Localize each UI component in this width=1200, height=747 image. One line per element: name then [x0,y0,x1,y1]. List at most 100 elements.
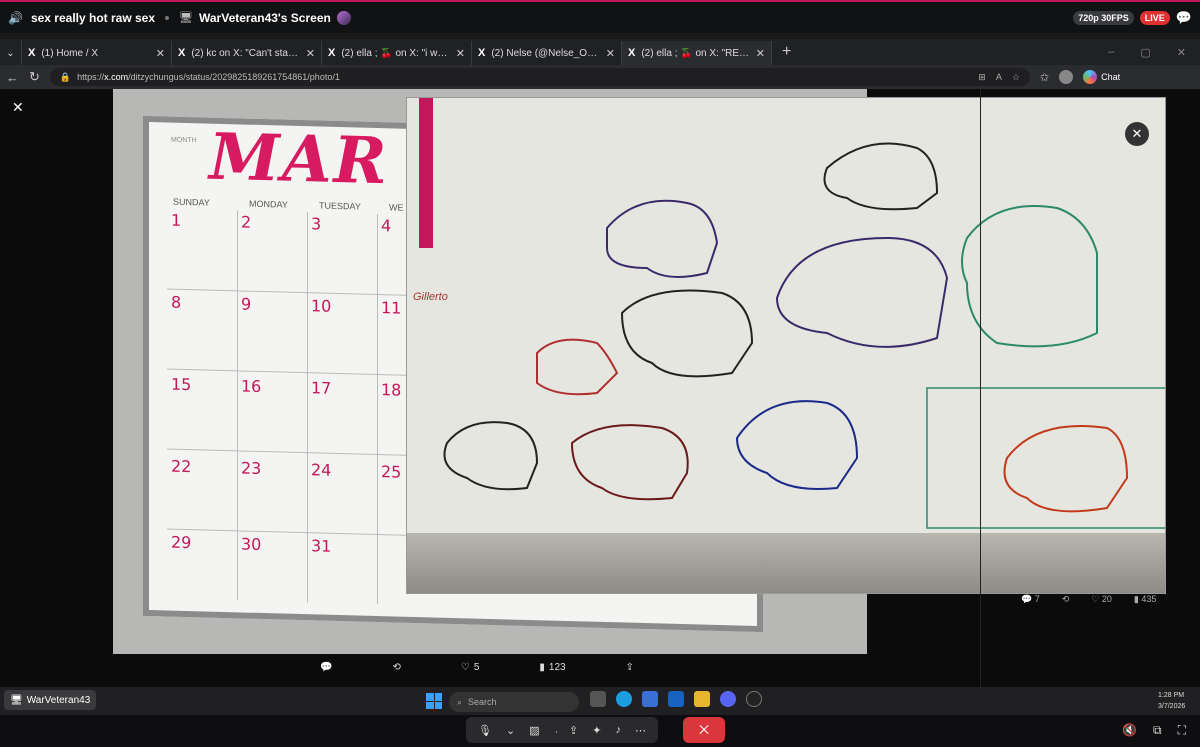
day-header: WE [389,202,404,213]
day-header: MONDAY [249,198,288,210]
view-controls: 🔇 ⧉ ⛶ [1122,723,1186,738]
share-icon[interactable]: ⇪ [626,662,634,673]
outlook-icon[interactable] [668,691,684,707]
back-arrow-icon[interactable]: ← [6,70,19,85]
browser-tab-strip: ⌄ X (1) Home / X ✕ X (2) kc on X: "Can't st… [0,39,1200,65]
obs-icon[interactable] [746,691,762,707]
minimize-icon[interactable]: – [1108,46,1114,59]
window-controls: – ▢ ✕ [1094,46,1200,65]
x-logo-icon: X [478,47,486,59]
favorite-star-icon[interactable]: ☆ [1012,72,1020,83]
url-field[interactable]: 🔒 https://x.com/ditzychungus/status/2029… [49,68,1030,86]
close-icon[interactable]: ✕ [606,47,615,60]
chevron-down-icon[interactable]: ⌄ [506,724,515,737]
discord-icon[interactable] [720,691,736,707]
bar-chart-icon: ▮ [539,662,545,673]
like-count: 5 [473,662,480,673]
day-number: 18 [381,380,402,400]
repost-icon[interactable]: ⟲ [1062,594,1070,605]
day-number: 2 [241,212,252,232]
read-aloud-icon[interactable]: A [996,72,1002,83]
tab-ella-queue[interactable]: X (2) ella ; 🍒 on X: "i wna queue to ✕ [322,41,472,65]
tab-label: (2) ella ; 🍒 on X: "i wna queue to [341,47,451,59]
live-badge: LIVE [1139,10,1170,25]
screen-title: WarVeteran43's Screen [199,10,331,25]
views-button[interactable]: ▮ 123 [539,662,565,673]
close-icon[interactable]: ✕ [456,47,465,60]
edge-icon[interactable] [616,691,632,707]
copilot-icon [1083,70,1098,84]
reply-count-value: 7 [1034,594,1040,604]
day-number: 22 [171,456,192,477]
like-count[interactable]: ♡ 20 [1091,594,1112,605]
maximize-icon[interactable]: ▢ [1140,46,1150,59]
screen-share-icon[interactable]: ⇪ [569,724,578,737]
store-icon[interactable] [642,691,658,707]
microphone-icon[interactable]: 🎙 [478,724,492,737]
day-number: 23 [241,458,262,478]
apps-icon[interactable]: ⊞ [978,72,986,83]
x-logo-icon: X [628,47,636,59]
windows-start-icon[interactable] [426,693,442,709]
screen-share-icon: 🖥 [179,12,193,24]
tab-menu[interactable]: ⌄ [0,41,22,65]
repost-icon[interactable]: ⟲ [392,662,400,673]
clock-date: 3/7/2026 [1158,703,1186,710]
activity-controls: ⇪ ✦ ♪ ⋯ [557,717,658,743]
file-explorer-icon[interactable] [694,691,710,707]
favorites-icon[interactable]: ✩ [1040,71,1049,84]
search-icon: ⌕ [457,696,463,707]
like-button[interactable]: ♡ 5 [461,662,480,673]
close-window-icon[interactable]: ✕ [1177,46,1186,59]
site-info-icon[interactable]: 🔒 [60,72,71,83]
view-count[interactable]: ▮ 435 [1134,594,1156,605]
fullscreen-icon[interactable]: ⛶ [1178,723,1186,738]
tab-label: (2) Nelse (@Nelse_OW) / X [491,47,601,59]
new-tab-button[interactable]: + [772,43,801,65]
call-controls-bar: 🎙 ⌄ ▨ ⌄ ⇪ ✦ ♪ ⋯ ⨉ 🔇 ⧉ ⛶ [0,715,1200,747]
url-host: x.com [104,72,129,82]
tab-label: (1) Home / X [41,47,99,59]
day-number: 31 [311,536,332,556]
more-options-icon[interactable]: ⋯ [635,724,646,737]
close-icon[interactable]: ✕ [306,47,315,60]
day-header: SUNDAY [173,196,210,208]
reply-sidebar: 💬 7 ⟲ ♡ 20 ▮ 435 [980,89,1200,687]
taskbar-search[interactable]: ⌕ Search [449,692,579,712]
stream-pip-label[interactable]: 🖥 WarVeteran43 [4,690,97,710]
reply-icon[interactable]: 💬 [320,662,332,673]
close-icon[interactable]: ✕ [756,47,765,60]
chat-bubble-icon[interactable]: 💬 [1176,10,1192,26]
post-action-bar: 💬 ⟲ ♡ 5 ▮ 123 ⇪ [320,662,634,673]
day-number: 4 [381,216,392,236]
tab-ella-redid[interactable]: X (2) ella ; 🍒 on X: "REDID MY CALE ✕ [622,41,772,65]
day-number: 9 [241,294,252,314]
leave-stream-button[interactable]: ⨉ [683,717,725,743]
tab-home[interactable]: X (1) Home / X ✕ [22,41,172,65]
close-icon[interactable]: ✕ [156,47,165,60]
system-clock[interactable]: 1:28 PM 3/7/2026 [1158,690,1185,712]
view-count-value: 435 [1141,594,1157,604]
separator [165,15,170,20]
grid-line [377,214,378,605]
close-viewer-icon[interactable]: ✕ [12,99,24,116]
copilot-chat-button[interactable]: Chat [1083,70,1120,84]
popout-icon[interactable]: ⧉ [1153,723,1162,738]
activities-icon[interactable]: ✦ [592,724,601,737]
refresh-icon[interactable]: ↻ [29,69,40,85]
day-number: 10 [311,296,332,316]
camera-off-icon[interactable]: ▨ [529,724,539,737]
profile-avatar[interactable] [1059,70,1074,84]
month-label: MONTH [171,136,197,145]
day-number: 24 [311,460,332,480]
volume-mute-icon[interactable]: 🔇 [1122,723,1137,738]
soundboard-icon[interactable]: ♪ [615,724,621,736]
day-number: 8 [171,292,182,312]
day-number: 11 [381,298,402,318]
reply-count[interactable]: 💬 7 [1021,594,1040,605]
quality-badge: 720p 30FPS [1073,10,1134,25]
url-prefix: https:// [77,72,105,82]
tab-nelse[interactable]: X (2) Nelse (@Nelse_OW) / X ✕ [472,41,622,65]
tab-kc[interactable]: X (2) kc on X: "Can't stand these GEN ✕ [172,41,322,65]
task-view-icon[interactable] [590,691,606,707]
